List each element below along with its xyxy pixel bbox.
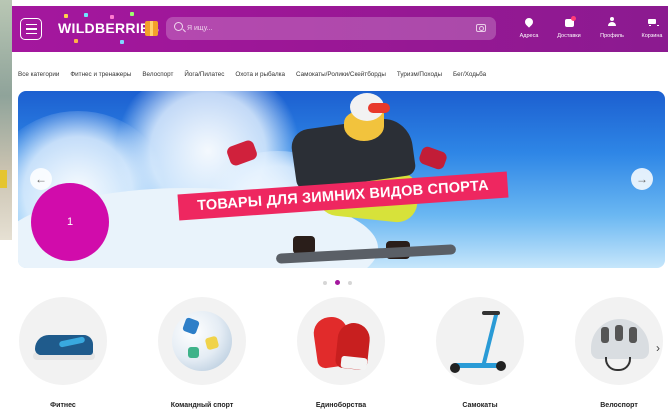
sport-category-cycling[interactable]: Велоспорт	[571, 297, 667, 409]
category-link-running[interactable]: Бег/Ходьба	[453, 68, 486, 82]
category-name: Фитнес	[50, 402, 76, 409]
category-link-hunting-fishing[interactable]: Охота и рыбалка	[235, 68, 285, 82]
nav-label: Профиль	[600, 33, 624, 39]
search-input[interactable]	[187, 20, 467, 37]
gift-icon	[145, 21, 158, 36]
left-edge-highlight	[0, 170, 7, 188]
category-name: Самокаты	[462, 402, 498, 409]
confetti-dot	[84, 13, 88, 17]
sport-category-fitness[interactable]: Фитнес	[15, 297, 111, 409]
category-link-yoga[interactable]: Йога/Пилатес	[184, 68, 224, 82]
category-name: Командный спорт	[170, 402, 234, 409]
notification-badge	[570, 15, 576, 21]
confetti-dot	[110, 15, 114, 19]
cart-icon	[645, 14, 659, 28]
nav-cart[interactable]: Корзина	[630, 14, 668, 48]
search-icon	[174, 22, 183, 31]
banner-next-button[interactable]: →	[631, 168, 653, 190]
annotation-marker: 1	[31, 183, 109, 261]
nav-label: Адреса	[519, 33, 539, 39]
category-link-fitness[interactable]: Фитнес и тренажеры	[70, 68, 131, 82]
category-name: Единоборства	[315, 402, 367, 409]
nav-profile[interactable]: Профиль	[590, 14, 634, 48]
profile-icon	[605, 14, 619, 28]
page: WILDBERRIES Адреса Доставки Профиль Корз…	[0, 0, 668, 413]
sneaker-icon[interactable]	[19, 297, 107, 385]
delivery-box-icon	[562, 14, 576, 28]
category-link-tourism[interactable]: Туризм/Походы	[397, 68, 442, 82]
sport-category-team-sports[interactable]: Командный спорт	[154, 297, 250, 409]
arrow-left-icon: ←	[35, 172, 47, 186]
category-link-cycling[interactable]: Велоспорт	[142, 68, 173, 82]
carousel-dots	[323, 280, 352, 285]
nav-label: Корзина	[641, 33, 663, 39]
left-edge-image	[0, 0, 12, 240]
boxing-gloves-icon[interactable]	[297, 297, 385, 385]
top-header: WILDBERRIES Адреса Доставки Профиль Корз…	[12, 6, 668, 52]
snowboarder-goggles	[368, 103, 390, 113]
camera-search-icon[interactable]	[476, 24, 486, 32]
confetti-dot	[64, 14, 68, 18]
search-bar[interactable]	[166, 17, 496, 40]
menu-burger-icon[interactable]	[20, 18, 42, 40]
carousel-dot-active[interactable]	[335, 280, 340, 285]
banner-prev-button[interactable]: ←	[30, 168, 52, 190]
carousel-dot[interactable]	[348, 280, 352, 285]
category-nav: Все категории Фитнес и тренажеры Велоспо…	[18, 68, 497, 82]
arrow-right-icon: →	[636, 172, 648, 186]
nav-label: Доставки	[557, 33, 581, 39]
nav-deliveries[interactable]: Доставки	[547, 14, 591, 48]
chevron-right-icon[interactable]: ›	[656, 342, 668, 354]
soccer-ball-icon[interactable]	[158, 297, 246, 385]
category-link-all[interactable]: Все категории	[18, 68, 59, 82]
promo-banner[interactable]: ТОВАРЫ ДЛЯ ЗИМНИХ ВИДОВ СПОРТА ← →	[18, 91, 665, 268]
location-pin-icon	[522, 14, 536, 28]
sport-category-scooters[interactable]: Самокаты	[432, 297, 528, 409]
category-link-scooters[interactable]: Самокаты/Ролики/Скейтборды	[296, 68, 386, 82]
nav-addresses[interactable]: Адреса	[507, 14, 551, 48]
confetti-dot	[120, 40, 124, 44]
confetti-dot	[130, 12, 134, 16]
sport-category-martial-arts[interactable]: Единоборства	[293, 297, 389, 409]
carousel-dot[interactable]	[323, 280, 327, 285]
category-name: Велоспорт	[600, 402, 638, 409]
snowboarder-glove	[417, 145, 449, 171]
bike-helmet-icon[interactable]	[575, 297, 663, 385]
scooter-icon[interactable]	[436, 297, 524, 385]
confetti-dot	[74, 39, 78, 43]
